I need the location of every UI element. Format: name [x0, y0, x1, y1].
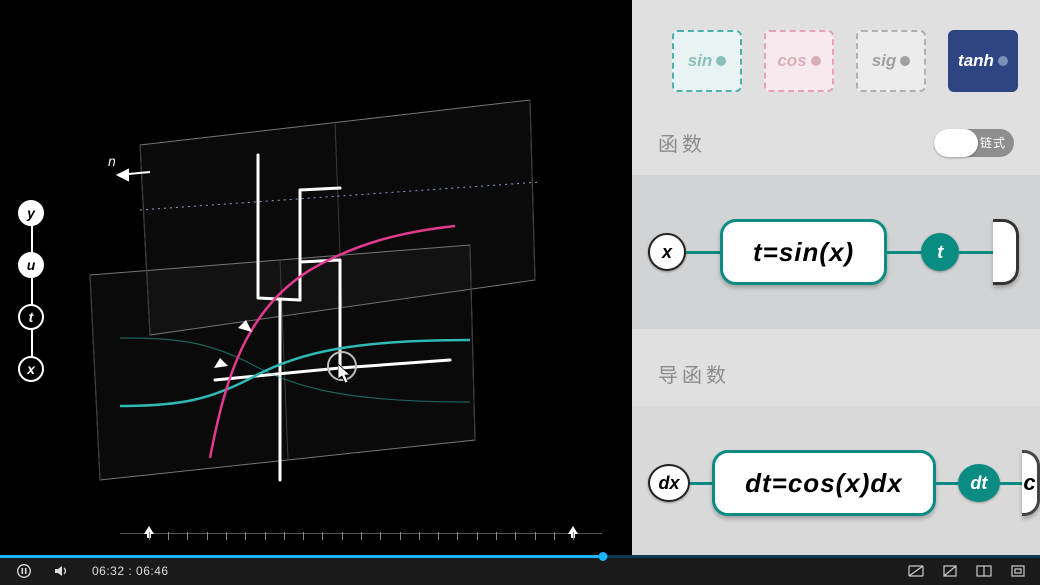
time-total: 06:46: [136, 564, 169, 578]
next-deriv-peek[interactable]: c: [1022, 450, 1040, 516]
dot-icon: [998, 56, 1008, 66]
next-expr-peek[interactable]: [993, 219, 1019, 285]
slider-tick: [535, 532, 536, 540]
side-panel: sin cos sig tanh 函数 链式 x t=sin(x) t 导函数 …: [632, 0, 1040, 555]
fn-label: tanh: [958, 51, 994, 71]
function-chain: x t=sin(x) t: [632, 175, 1040, 329]
fullscreen-icon[interactable]: [1010, 563, 1026, 579]
progress-bar[interactable]: [0, 555, 1040, 558]
volume-icon[interactable]: [54, 563, 70, 579]
slider-tick: [284, 532, 285, 540]
slider-tick: [419, 532, 420, 540]
axis-chip-y[interactable]: y: [18, 200, 44, 226]
slider-tick: [496, 532, 497, 540]
expr-t-eq-sinx[interactable]: t=sin(x): [720, 219, 887, 285]
slider-tick: [380, 532, 381, 540]
slider-tick: [400, 532, 401, 540]
axis-chip-t[interactable]: t: [18, 304, 44, 330]
progress-fill: [0, 555, 603, 558]
slider-tick: [361, 532, 362, 540]
chain-link: [1000, 482, 1022, 485]
mouse-cursor-icon: [338, 364, 352, 384]
slider-tick: [342, 532, 343, 540]
fn-button-sig[interactable]: sig: [856, 30, 926, 92]
function-picker: sin cos sig tanh: [632, 0, 1040, 92]
var-mid-t[interactable]: t: [921, 233, 959, 271]
var-in-dx[interactable]: dx: [648, 464, 690, 502]
chain-rule-toggle[interactable]: 链式: [934, 129, 1014, 157]
slider-tick: [207, 532, 208, 540]
fn-label: sin: [688, 51, 713, 71]
fn-label: sig: [872, 51, 897, 71]
scene-svg: n: [0, 0, 632, 555]
var-in-x[interactable]: x: [648, 233, 686, 271]
section-title-derivative: 导函数: [632, 329, 1040, 406]
section-title-function: 函数: [658, 128, 706, 157]
slider-tick: [245, 532, 246, 540]
dot-icon: [900, 56, 910, 66]
axis-chip-u[interactable]: u: [18, 252, 44, 278]
chain-link: [686, 251, 720, 254]
slider-tick: [515, 532, 516, 540]
toggle-knob: [934, 129, 978, 157]
fn-button-cos[interactable]: cos: [764, 30, 834, 92]
progress-thumb[interactable]: [599, 552, 608, 561]
chain-link: [690, 482, 712, 485]
axis-chip-x[interactable]: x: [18, 356, 44, 382]
range-slider[interactable]: [120, 512, 602, 540]
slider-tick: [322, 532, 323, 540]
split-view-icon[interactable]: [976, 563, 992, 579]
transcript-icon[interactable]: [908, 563, 924, 579]
axis-selector: y u t x: [18, 200, 44, 382]
time-current: 06:32: [92, 564, 125, 578]
fn-button-sin[interactable]: sin: [672, 30, 742, 92]
slider-tick: [265, 532, 266, 540]
fn-button-tanh[interactable]: tanh: [948, 30, 1018, 92]
slider-tick: [573, 532, 574, 540]
slider-tick: [168, 532, 169, 540]
viewport-3d[interactable]: n y u t x: [0, 0, 632, 555]
fn-label: cos: [777, 51, 806, 71]
time-sep: :: [125, 564, 137, 578]
chain-link: [936, 482, 958, 485]
slider-tick: [477, 532, 478, 540]
slider-tick: [303, 532, 304, 540]
var-mid-dt[interactable]: dt: [958, 464, 1000, 502]
derivative-chain: dx dt=cos(x)dx dt c: [632, 406, 1040, 555]
note-icon[interactable]: [942, 563, 958, 579]
dot-icon: [716, 56, 726, 66]
slider-tick: [187, 532, 188, 540]
pause-icon[interactable]: [16, 563, 32, 579]
time-display: 06:32 : 06:46: [92, 564, 169, 578]
slider-tick: [226, 532, 227, 540]
chain-link: [887, 251, 921, 254]
expr-dt-eq-cosxdx[interactable]: dt=cos(x)dx: [712, 450, 936, 516]
slider-tick: [457, 532, 458, 540]
video-player-bar: 06:32 : 06:46: [0, 555, 1040, 585]
slider-tick: [438, 532, 439, 540]
chain-link: [959, 251, 993, 254]
plane-n-label: n: [108, 153, 116, 169]
dot-icon: [811, 56, 821, 66]
toggle-label: 链式: [980, 134, 1006, 151]
slider-tick: [149, 532, 150, 540]
slider-tick: [554, 532, 555, 540]
